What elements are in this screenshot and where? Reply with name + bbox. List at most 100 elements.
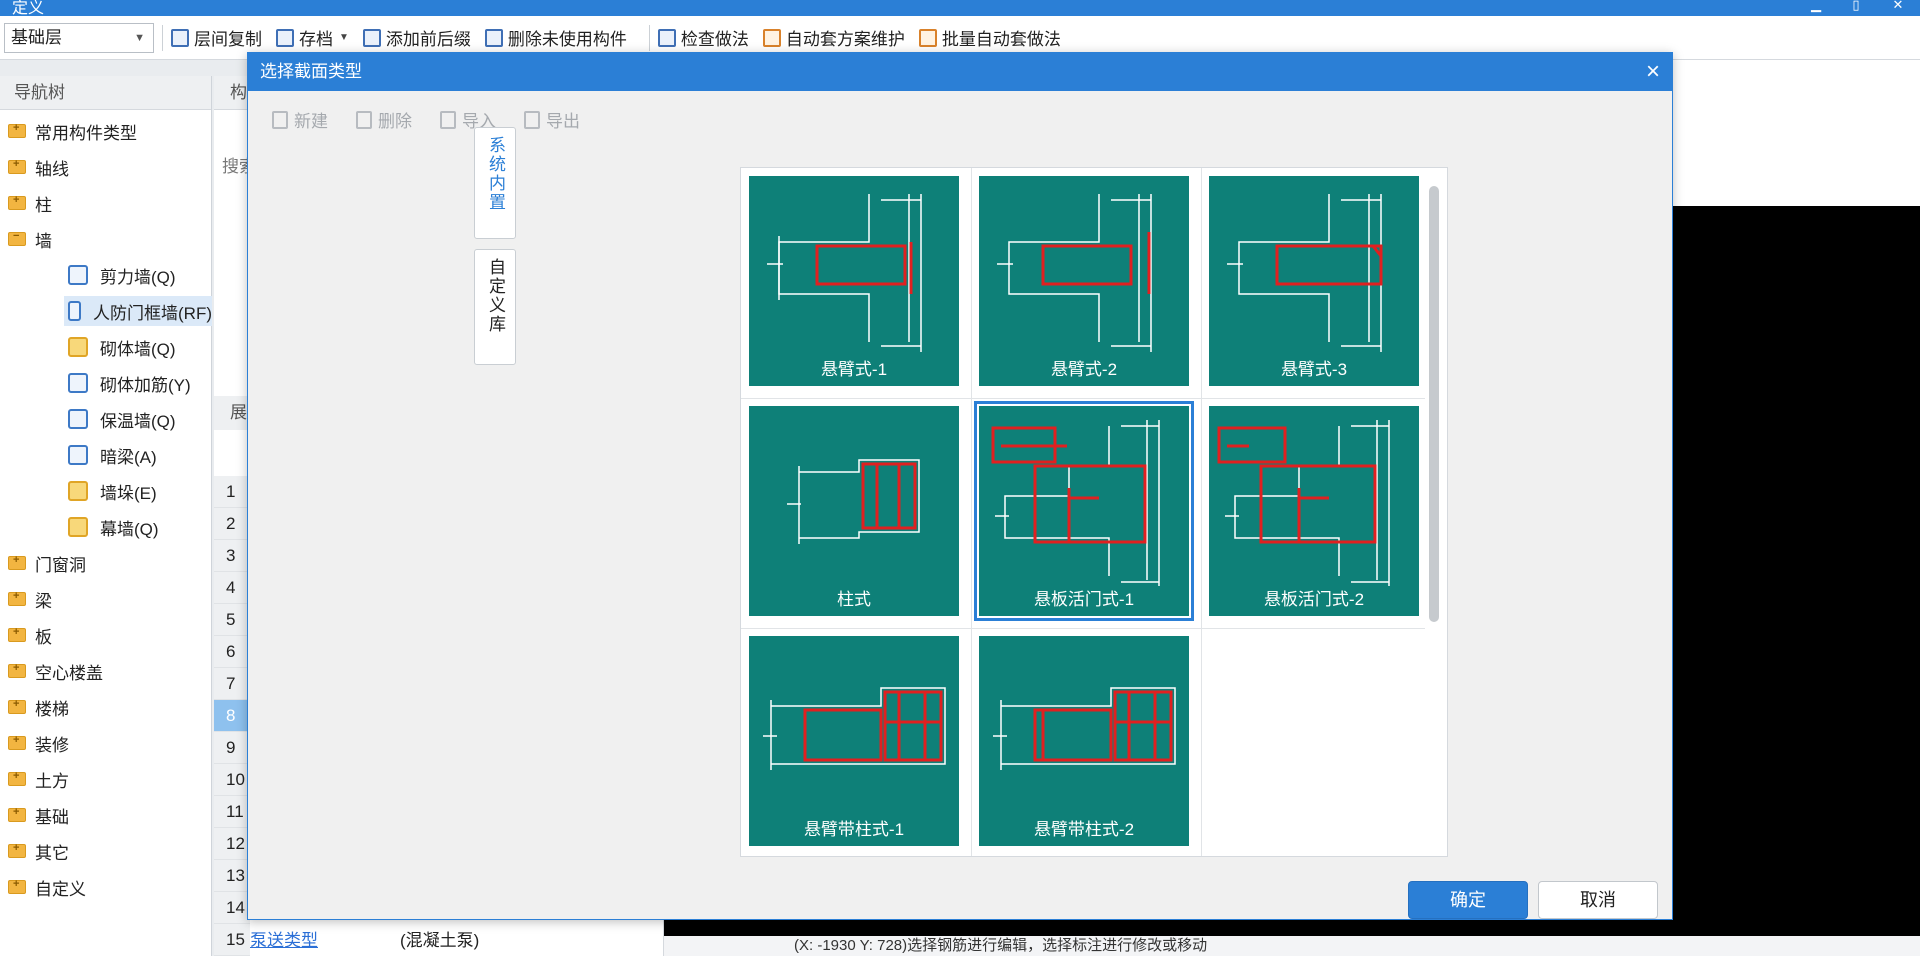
new-label: 新建 bbox=[294, 112, 328, 131]
nav-item-masonry-wall[interactable]: 砌体墙(Q) bbox=[68, 332, 176, 362]
row-number[interactable]: 15 bbox=[214, 924, 250, 956]
cancel-button[interactable]: 取消 bbox=[1538, 881, 1658, 919]
minimize-icon[interactable]: ▁ bbox=[1806, 0, 1826, 14]
row-number[interactable]: 9 bbox=[214, 732, 250, 764]
close-window-icon[interactable]: ✕ bbox=[1888, 0, 1908, 14]
grid-scrollbar[interactable] bbox=[1429, 186, 1439, 622]
prefix-icon bbox=[362, 28, 381, 47]
nav-item-column[interactable]: 柱 bbox=[8, 188, 52, 218]
folder-icon bbox=[8, 626, 26, 642]
row-number[interactable]: 14 bbox=[214, 892, 250, 924]
toolbar-divider bbox=[162, 24, 163, 51]
row-number[interactable]: 10 bbox=[214, 764, 250, 796]
nav-item-label: 墙 bbox=[35, 231, 52, 251]
section-label: 柱式 bbox=[837, 590, 871, 609]
section-cantilever-column-2[interactable]: 悬臂带柱式-2 bbox=[979, 636, 1189, 846]
folder-icon bbox=[8, 698, 26, 714]
folder-icon bbox=[8, 770, 26, 786]
section-cantilever-3[interactable]: 悬臂式-3 bbox=[1209, 176, 1419, 386]
copy-between-floors-button[interactable]: 层间复制 bbox=[171, 25, 262, 50]
nav-item-foundation[interactable]: 基础 bbox=[8, 800, 69, 830]
nav-item-curtain-wall[interactable]: 幕墙(Q) bbox=[68, 512, 159, 542]
folder-icon bbox=[8, 842, 26, 858]
row-number[interactable]: 4 bbox=[214, 572, 250, 604]
row-number[interactable]: 6 bbox=[214, 636, 250, 668]
tab-custom-library[interactable]: 自定义库 bbox=[474, 249, 516, 365]
grid-divider bbox=[1201, 168, 1202, 856]
nav-tree-panel: 导航树 常用构件类型 轴线 柱 墙 剪力墙(Q) 人防门框墙(RF) 砌体墙(Q… bbox=[0, 76, 212, 956]
delete-button[interactable]: 删除 bbox=[356, 107, 412, 132]
tab-system-builtin[interactable]: 系统内置 bbox=[474, 127, 516, 239]
auto-scheme-button[interactable]: 自动套方案维护 bbox=[762, 25, 905, 50]
section-cantilever-2[interactable]: 悬臂式-2 bbox=[979, 176, 1189, 386]
nav-item-stairs[interactable]: 楼梯 bbox=[8, 692, 69, 722]
nav-item-hollow-floor[interactable]: 空心楼盖 bbox=[8, 656, 103, 686]
new-button[interactable]: 新建 bbox=[272, 107, 328, 132]
delete-unused-label: 删除未使用构件 bbox=[507, 30, 627, 49]
maximize-icon[interactable]: ▯ bbox=[1846, 0, 1866, 14]
copy-between-floors-label: 层间复制 bbox=[194, 30, 262, 49]
row-number[interactable]: 3 bbox=[214, 540, 250, 572]
export-button[interactable]: 导出 bbox=[524, 107, 580, 132]
section-hinged-door-2[interactable]: 悬板活门式-2 bbox=[1209, 406, 1419, 616]
nav-item-decoration[interactable]: 装修 bbox=[8, 728, 69, 758]
nav-item-openings[interactable]: 门窗洞 bbox=[8, 548, 86, 578]
nav-item-slab[interactable]: 板 bbox=[8, 620, 52, 650]
section-column[interactable]: 柱式 bbox=[749, 406, 959, 616]
section-cantilever-column-1[interactable]: 悬臂带柱式-1 bbox=[749, 636, 959, 846]
nav-item-shear-wall[interactable]: 剪力墙(Q) bbox=[68, 260, 176, 290]
nav-item-earthwork[interactable]: 土方 bbox=[8, 764, 69, 794]
delete-doc-icon bbox=[356, 110, 372, 129]
pump-type-link[interactable]: 泵送类型 bbox=[250, 926, 400, 951]
add-prefix-suffix-button[interactable]: 添加前后缀 bbox=[362, 25, 471, 50]
nav-item-label: 砌体墙(Q) bbox=[100, 339, 176, 359]
archive-button[interactable]: 存档 ▼ bbox=[276, 25, 349, 50]
nav-item-label: 梁 bbox=[35, 591, 52, 611]
shear-wall-icon bbox=[68, 265, 88, 285]
property-row-pump[interactable]: 泵送类型 (混凝土泵) bbox=[250, 920, 670, 956]
nav-item-common[interactable]: 常用构件类型 bbox=[8, 116, 137, 146]
archive-icon bbox=[276, 28, 294, 47]
nav-item-label: 幕墙(Q) bbox=[100, 519, 159, 539]
nav-item-beam[interactable]: 梁 bbox=[8, 584, 52, 614]
batch-auto-button[interactable]: 批量自动套做法 bbox=[918, 25, 1061, 50]
row-number[interactable]: 13 bbox=[214, 860, 250, 892]
nav-item-insulation-wall[interactable]: 保温墙(Q) bbox=[68, 404, 176, 434]
row-number[interactable]: 12 bbox=[214, 828, 250, 860]
row-number[interactable]: 5 bbox=[214, 604, 250, 636]
copy-icon bbox=[171, 28, 189, 47]
floor-select[interactable]: 基础层 ▼ bbox=[4, 22, 154, 53]
ok-button[interactable]: 确定 bbox=[1408, 881, 1528, 919]
nav-item-civil-defense-wall[interactable]: 人防门框墙(RF) bbox=[64, 296, 212, 326]
section-hinged-door-1[interactable]: 悬板活门式-1 bbox=[974, 401, 1194, 621]
section-label: 悬臂带柱式-1 bbox=[803, 820, 905, 839]
batch-auto-label: 批量自动套做法 bbox=[941, 30, 1061, 49]
nav-item-axis[interactable]: 轴线 bbox=[8, 152, 69, 182]
section-cantilever-1[interactable]: 悬臂式-1 bbox=[749, 176, 959, 386]
nav-tree-header: 导航树 bbox=[0, 76, 211, 110]
nav-item-label: 自定义 bbox=[35, 879, 86, 899]
row-number[interactable]: 1 bbox=[214, 476, 250, 508]
section-label: 悬板活门式-2 bbox=[1263, 590, 1365, 609]
nav-item-label: 柱 bbox=[35, 195, 52, 215]
close-icon[interactable]: × bbox=[1646, 53, 1660, 91]
grid-divider bbox=[741, 398, 1425, 399]
drawing-canvas[interactable] bbox=[1664, 206, 1920, 936]
status-bar: (X: -1930 Y: 728)选择钢筋进行编辑，选择标注进行修改或移动 bbox=[664, 936, 1920, 956]
nav-item-wall[interactable]: 墙 bbox=[8, 224, 52, 254]
nav-item-other[interactable]: 其它 bbox=[8, 836, 69, 866]
nav-item-masonry-rebar[interactable]: 砌体加筋(Y) bbox=[68, 368, 191, 398]
row-number[interactable]: 2 bbox=[214, 508, 250, 540]
nav-item-label: 轴线 bbox=[35, 159, 69, 179]
check-method-button[interactable]: 检查做法 bbox=[657, 25, 749, 50]
nav-item-wall-pier[interactable]: 墙垛(E) bbox=[68, 476, 157, 506]
section-label: 悬臂式-3 bbox=[1280, 360, 1348, 379]
delete-unused-button[interactable]: 删除未使用构件 bbox=[484, 25, 627, 50]
nav-item-label: 墙垛(E) bbox=[100, 483, 157, 503]
row-number[interactable]: 7 bbox=[214, 668, 250, 700]
gear-doc-icon bbox=[762, 28, 781, 47]
row-number-selected[interactable]: 8 bbox=[214, 700, 250, 732]
nav-item-hidden-beam[interactable]: 暗梁(A) bbox=[68, 440, 157, 470]
row-number[interactable]: 11 bbox=[214, 796, 250, 828]
nav-item-custom[interactable]: 自定义 bbox=[8, 872, 86, 902]
